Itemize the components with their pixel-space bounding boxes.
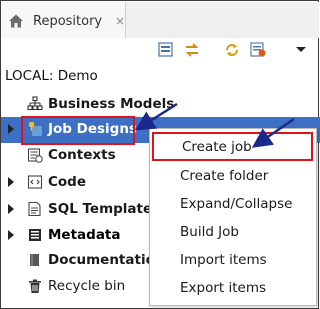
recycle-bin-icon xyxy=(29,279,41,293)
view-menu-icon[interactable] xyxy=(292,41,310,59)
menu-item-label: Build Job xyxy=(180,224,239,240)
tree-item-business-models[interactable]: Business Models xyxy=(1,92,320,118)
context-menu: Create job Create folder Expand/Collapse… xyxy=(149,128,317,306)
expand-arrow-icon[interactable] xyxy=(8,230,14,240)
expand-arrow-icon[interactable] xyxy=(8,204,14,214)
tab-repository[interactable]: Repository × xyxy=(2,2,126,38)
tree-item-label: Documentation xyxy=(48,252,165,268)
repository-panel: Repository × LOCAL: Demo Business Models… xyxy=(0,0,320,309)
repository-root-label: LOCAL: Demo xyxy=(5,68,98,84)
toolbar xyxy=(1,41,320,65)
close-icon[interactable]: × xyxy=(115,15,125,27)
tab-bar: Repository × xyxy=(2,2,319,38)
contexts-icon xyxy=(27,148,43,163)
menu-item-label: Import items xyxy=(180,252,267,268)
menu-item-expand-collapse[interactable]: Expand/Collapse xyxy=(150,190,316,217)
highlight-box-job-designs xyxy=(21,116,135,145)
business-models-icon xyxy=(27,96,43,111)
menu-item-label: Create folder xyxy=(180,168,269,184)
tree-item-label: Code xyxy=(48,174,87,190)
menu-item-create-job[interactable]: Create job xyxy=(152,132,313,161)
link-icon[interactable] xyxy=(183,41,201,59)
menu-item-label: Expand/Collapse xyxy=(180,196,293,212)
tab-title: Repository xyxy=(33,14,103,29)
collapse-icon[interactable] xyxy=(157,41,175,59)
menu-item-create-folder[interactable]: Create folder xyxy=(150,162,316,189)
code-icon xyxy=(27,175,43,189)
menu-item-label: Export items xyxy=(180,280,267,296)
documentation-icon xyxy=(30,254,39,266)
menu-item-build-job[interactable]: Build Job xyxy=(150,218,316,245)
menu-item-label: Create job xyxy=(182,139,252,155)
menu-item-import-items[interactable]: Import items xyxy=(150,246,316,273)
refresh-icon[interactable] xyxy=(223,41,241,59)
expand-arrow-icon[interactable] xyxy=(8,177,14,187)
sql-templates-icon xyxy=(28,201,41,217)
tree-item-label: Recycle bin xyxy=(48,278,126,294)
tree-item-label: SQL Templates xyxy=(48,201,161,217)
filter-icon[interactable] xyxy=(249,41,267,59)
metadata-icon xyxy=(29,229,41,241)
home-icon xyxy=(9,14,23,28)
menu-item-export-items[interactable]: Export items xyxy=(150,274,316,301)
tree-item-label: Metadata xyxy=(48,227,121,243)
tree-item-label: Business Models xyxy=(48,96,175,112)
tree-item-label: Contexts xyxy=(48,147,116,163)
expand-arrow-icon[interactable] xyxy=(8,124,14,134)
